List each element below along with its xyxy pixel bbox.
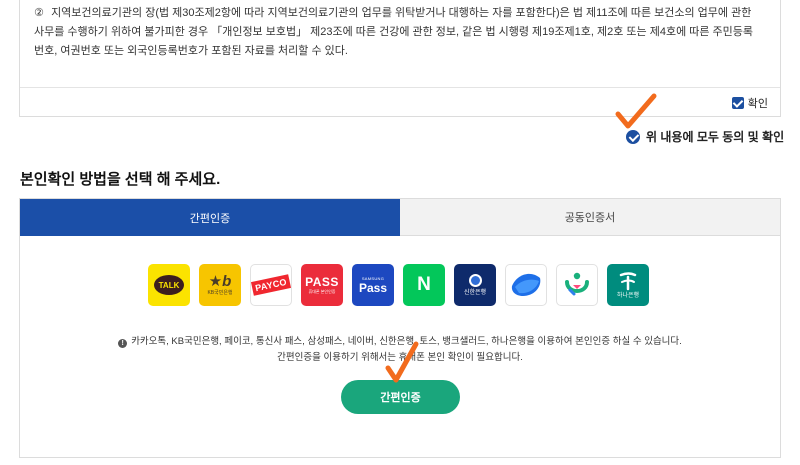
confirm-label: 확인 [747,98,768,110]
provider-kb[interactable]: ★b KB국민은행 [199,264,241,306]
provider-shinhan[interactable]: 신한은행 [454,264,496,306]
provider-list: TALK ★b KB국민은행 PAYCO PASS 휴대폰 본인인증 SAMSU… [148,264,649,306]
provider-naver[interactable]: N [403,264,445,306]
hana-label: 하나은행 [616,292,640,299]
consent-item-number: ② [34,7,44,19]
checkbox-checked-icon [731,97,744,109]
provider-toss[interactable] [505,264,547,306]
provider-hana[interactable]: 하나은행 [607,264,649,306]
annotation-check-icon [385,341,419,383]
hana-logo-icon [619,271,637,290]
kb-logo-icon: ★b [208,272,232,290]
section-title: 본인확인 방법을 선택 해 주세요. [20,171,221,188]
consent-box: ② 지역보건의료기관의 장(법 제30조제2항에 따라 지역보건의료기관의 업무… [19,0,781,117]
tab-simple-auth[interactable]: 간편인증 [20,199,400,236]
provider-samsung-pass[interactable]: SAMSUNG Pass [352,264,394,306]
provider-payco[interactable]: PAYCO [250,264,292,306]
consent-body: 지역보건의료기관의 장(법 제30조제2항에 따라 지역보건의료기관의 업무를 … [34,7,754,57]
naver-logo-icon: N [417,274,431,295]
payco-logo-icon: PAYCO [251,274,291,296]
samsung-pass-logo-icon: Pass [358,280,388,295]
provider-banksalad[interactable] [556,264,598,306]
agree-all-label: 위 내용에 모두 동의 및 확인 [646,130,785,144]
agree-all-checkbox[interactable]: 위 내용에 모두 동의 및 확인 [626,128,784,145]
confirm-checkbox[interactable]: 확인 [731,95,768,111]
tab-joint-certificate[interactable]: 공동인증서 [400,199,780,236]
pass-sub-label: 휴대폰 본인인증 [308,288,336,294]
provider-kakao[interactable]: TALK [148,264,190,306]
pass-logo-icon: PASS [305,274,339,289]
kakao-talk-icon: TALK [154,275,184,295]
kb-label: KB국민은행 [207,289,233,296]
shinhan-logo-icon [468,273,482,287]
auth-panel: 간편인증 공동인증서 TALK ★b KB국민은행 PAYCO PASS 휴대폰… [19,198,781,458]
consent-text: ② 지역보건의료기관의 장(법 제30조제2항에 따라 지역보건의료기관의 업무… [34,4,762,61]
auth-tabs: 간편인증 공동인증서 [20,199,780,236]
circle-check-icon [626,129,640,144]
provider-pass[interactable]: PASS 휴대폰 본인인증 [301,264,343,306]
consent-footer: 확인 [20,87,780,117]
shinhan-label: 신한은행 [463,289,487,296]
annotation-check-icon [615,93,657,129]
banksalad-logo-icon [565,272,589,296]
toss-logo-icon [511,273,541,296]
info-icon: ! [118,339,128,348]
